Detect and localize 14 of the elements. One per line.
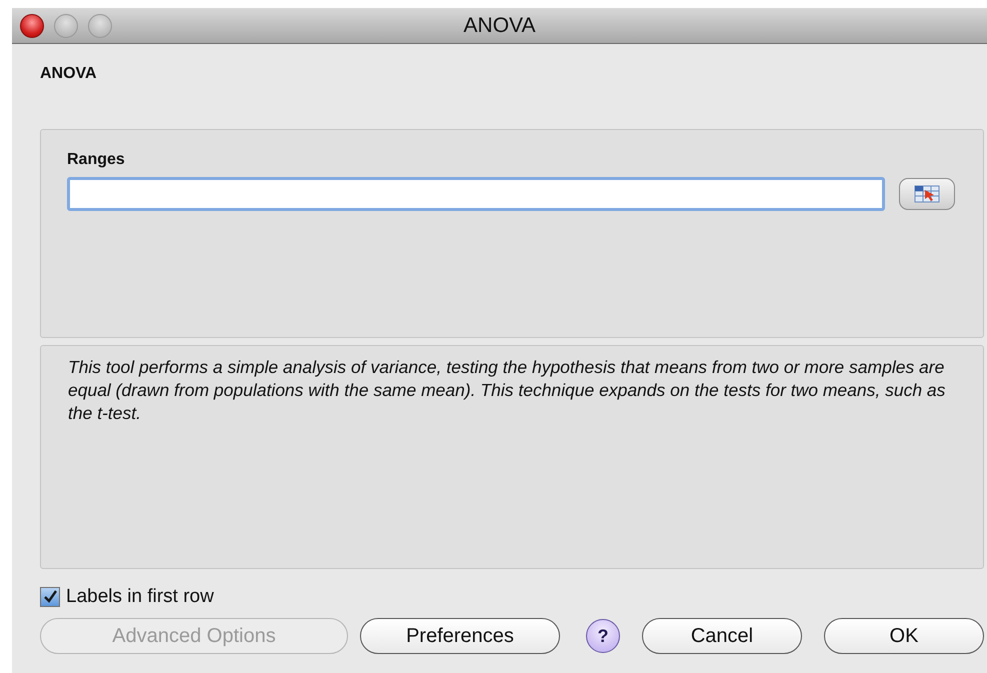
checkbox[interactable] <box>40 587 60 607</box>
close-button[interactable] <box>20 14 44 38</box>
range-picker-button[interactable] <box>899 178 955 210</box>
dialog-button[interactable]: Cancel <box>642 618 802 654</box>
description-text: This tool performs a simple analysis of variance, testing the hypothesis that means from two or more samples are equal (drawn from populations with the same mean). This technique expands on the tests for two means, such as the t-test. <box>68 356 946 425</box>
dialog-heading: ANOVA <box>40 65 98 83</box>
field-label: Ranges <box>67 151 126 169</box>
help-button[interactable]: ? <box>586 619 620 653</box>
dialog-button[interactable]: OK <box>824 618 984 654</box>
checkbox-label: Labels in first row <box>66 586 214 608</box>
ranges-field[interactable] <box>67 177 885 211</box>
dialog-button[interactable]: Preferences <box>360 618 560 654</box>
spreadsheet-icon <box>914 185 940 203</box>
window-title: ANOVA <box>464 14 536 38</box>
